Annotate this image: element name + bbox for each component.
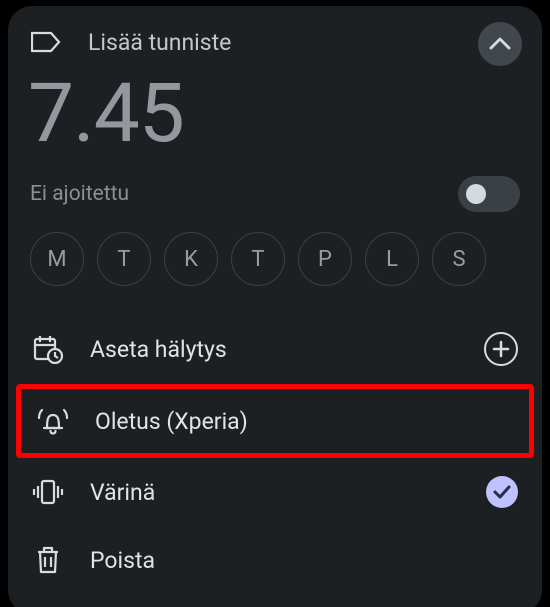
day-tue[interactable]: T [97, 232, 151, 286]
day-wed[interactable]: K [164, 232, 218, 286]
label-icon [30, 26, 62, 58]
vibrate-check [486, 476, 518, 508]
vibrate-row[interactable]: Värinä [30, 458, 520, 526]
trash-icon [32, 544, 64, 576]
label-placeholder: Lisää tunniste [88, 29, 231, 56]
alarm-time[interactable]: 7.45 [28, 66, 520, 162]
ringtone-label: Oletus (Xperia) [95, 408, 248, 435]
ringtone-row[interactable]: Oletus (Xperia) [16, 384, 534, 458]
day-thu[interactable]: T [231, 232, 285, 286]
day-mon[interactable]: M [30, 232, 84, 286]
add-schedule-button[interactable] [484, 332, 518, 366]
bell-ring-icon [37, 405, 69, 437]
delete-row[interactable]: Poista [30, 526, 520, 594]
check-icon [486, 476, 518, 508]
alarm-card: Lisää tunniste 7.45 Ei ajoitettu M T K T… [8, 6, 542, 607]
delete-label: Poista [90, 547, 155, 574]
plus-circle-icon [484, 332, 518, 366]
days-row: M T K T P L S [30, 232, 520, 286]
calendar-clock-icon [32, 333, 64, 365]
schedule-row: Ei ajoitettu [30, 176, 520, 212]
collapse-button[interactable] [478, 22, 522, 66]
schedule-alarm-label: Aseta hälytys [90, 336, 227, 363]
toggle-knob [466, 184, 486, 204]
chevron-up-icon [489, 37, 511, 51]
day-fri[interactable]: P [298, 232, 352, 286]
vibrate-label: Värinä [90, 479, 155, 506]
day-sat[interactable]: L [365, 232, 419, 286]
alarm-toggle[interactable] [458, 176, 520, 212]
vibrate-icon [32, 476, 64, 508]
day-sun[interactable]: S [432, 232, 486, 286]
schedule-alarm-row[interactable]: Aseta hälytys [30, 314, 520, 384]
schedule-status: Ei ajoitettu [30, 182, 129, 206]
label-row[interactable]: Lisää tunniste [30, 26, 520, 58]
